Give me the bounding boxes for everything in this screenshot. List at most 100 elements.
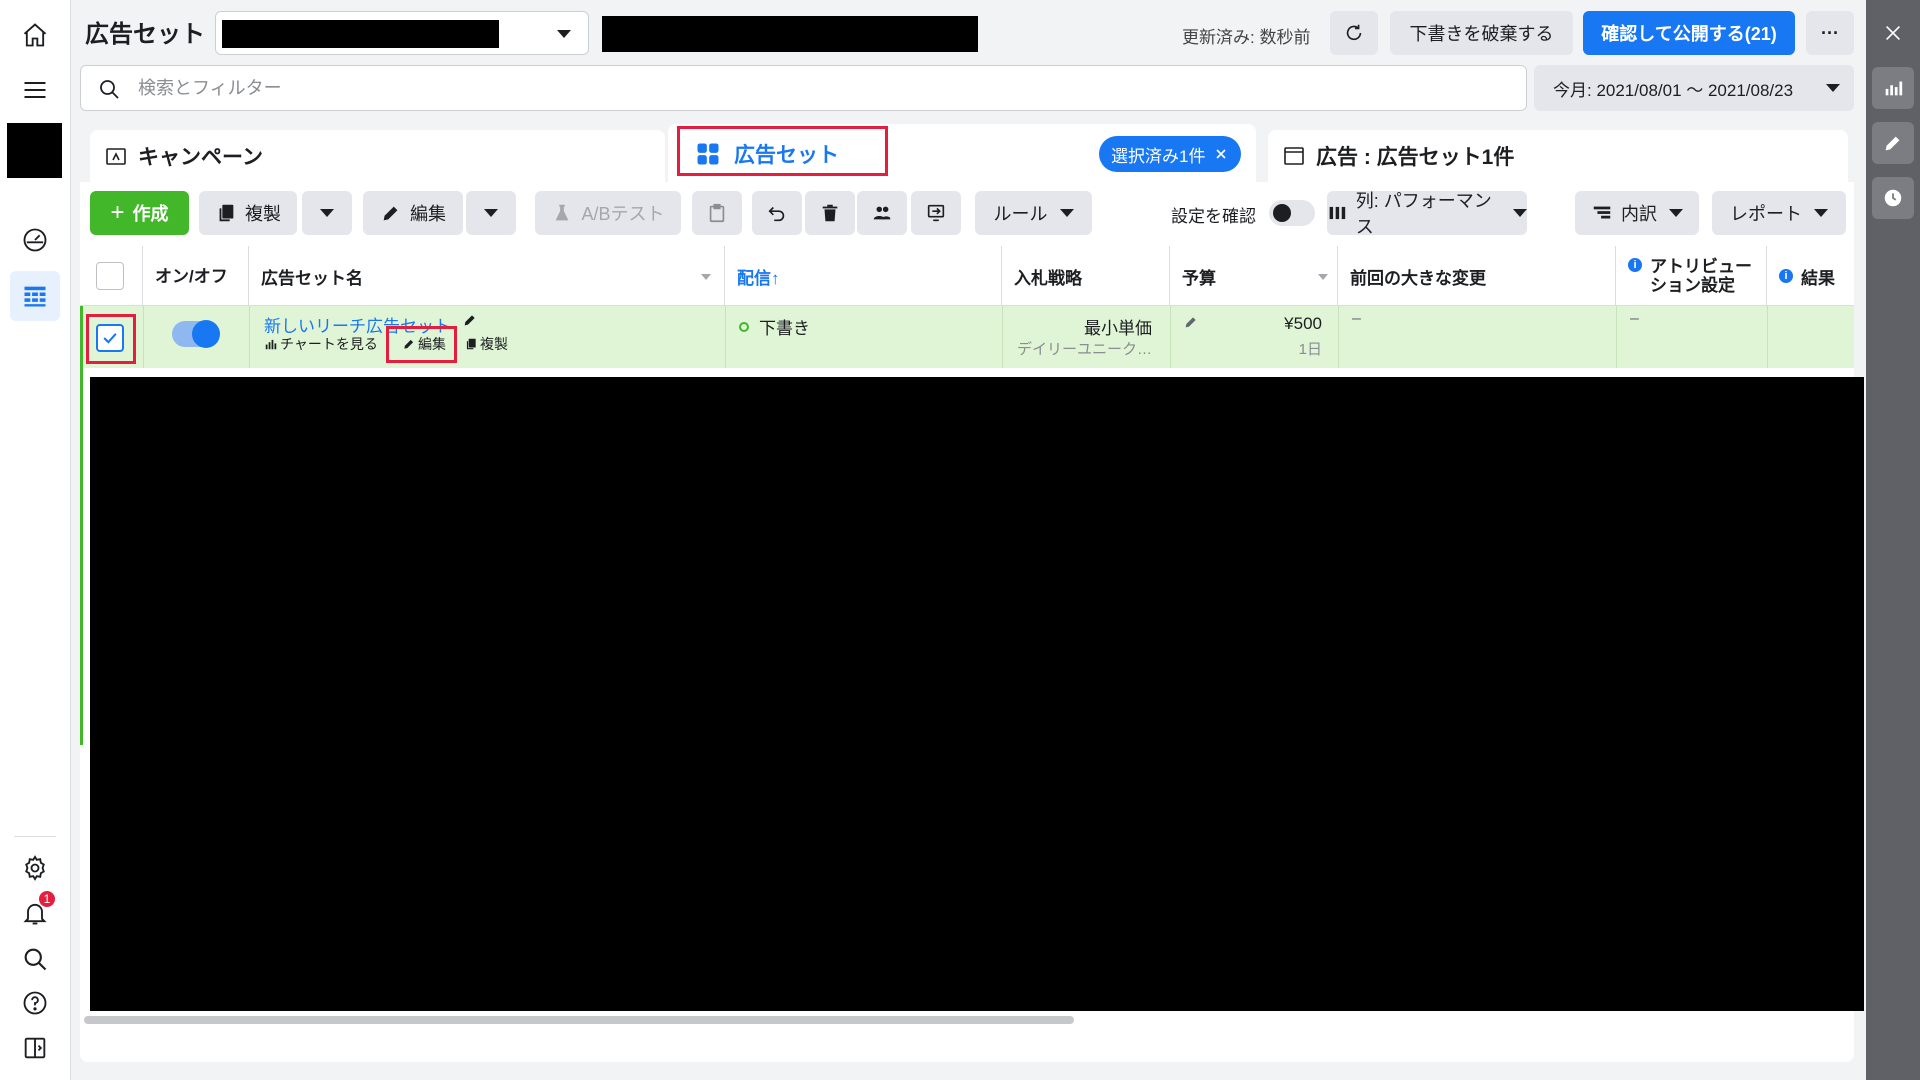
review-publish-button[interactable]: 確認して公開する(21) (1583, 11, 1795, 55)
row-onoff-toggle[interactable] (172, 320, 220, 348)
refresh-button[interactable] (1330, 11, 1378, 55)
header-select-all (80, 246, 143, 306)
tab-ads-label: 広告 : 広告セット1件 (1316, 146, 1515, 169)
history-button[interactable] (1872, 177, 1914, 219)
help-icon[interactable] (17, 985, 53, 1021)
rules-button[interactable]: ルール (975, 191, 1092, 235)
info-icon[interactable]: i (1628, 258, 1642, 272)
trash-icon (822, 204, 838, 222)
column-header-onoff[interactable]: オン/オフ (143, 246, 249, 306)
selected-row-indicator (80, 306, 83, 745)
column-header-attribution[interactable]: i アトリビューション設定 (1616, 246, 1767, 306)
attribution-value: – (1630, 310, 1639, 327)
account-avatar[interactable] (7, 123, 62, 178)
home-icon[interactable] (17, 17, 53, 53)
date-range-picker[interactable]: 今月: 2021/08/01 ～ 2021/08/23 (1534, 65, 1854, 111)
select-all-checkbox[interactable] (96, 262, 124, 290)
last-change-value: – (1352, 310, 1361, 327)
cell-divider (1616, 306, 1617, 368)
column-header-last-change[interactable]: 前回の大きな変更 (1338, 246, 1616, 306)
notifications-bell-icon[interactable]: 1 (17, 891, 55, 931)
ads-manager-table-icon[interactable] (10, 271, 60, 321)
duplicate-button[interactable]: 複製 (199, 191, 297, 235)
performance-chart-button[interactable] (1872, 67, 1914, 109)
close-icon[interactable] (1882, 22, 1904, 44)
duplicate-dropdown-button[interactable] (302, 191, 352, 235)
search-icon (100, 80, 119, 99)
paste-button[interactable] (692, 191, 742, 235)
audience-button[interactable] (857, 191, 907, 235)
chevron-down-icon (1826, 84, 1840, 92)
column-header-results[interactable]: i 結果 (1767, 246, 1854, 306)
selected-count-label: 選択済み1件 (1111, 146, 1206, 166)
highlight-row-edit (386, 326, 457, 363)
export-button[interactable] (911, 191, 961, 235)
left-nav: 1 (0, 0, 71, 1080)
cell-divider (249, 306, 250, 368)
cell-divider (1002, 306, 1003, 368)
chevron-down-icon (320, 209, 334, 217)
duplicate-icon (219, 204, 234, 222)
export-icon (927, 204, 945, 222)
notification-count-badge: 1 (39, 891, 55, 907)
row-duplicate-link[interactable]: 複製 (464, 334, 508, 354)
column-onoff-label: オン/オフ (155, 267, 228, 286)
redacted-campaign-name (222, 20, 499, 48)
search-filter-bar[interactable] (80, 65, 1527, 111)
column-bid-label: 入札戦略 (1014, 268, 1082, 288)
bid-strategy-sub: デイリーユニーク… (1016, 341, 1152, 358)
breakdown-button[interactable]: 内訳 (1575, 191, 1699, 235)
edit-panel-button[interactable] (1872, 122, 1914, 164)
selected-count-pill[interactable]: 選択済み1件 (1099, 136, 1241, 172)
right-tool-panel (1866, 0, 1920, 1080)
ab-test-button[interactable]: A/Bテスト (535, 191, 681, 235)
campaign-folder-icon (106, 148, 126, 165)
side-panel-toggle-icon[interactable] (17, 1030, 53, 1066)
info-icon[interactable]: i (1779, 269, 1793, 283)
column-header-bid-strategy[interactable]: 入札戦略 (1002, 246, 1170, 306)
people-icon (873, 206, 891, 220)
column-last-change-label: 前回の大きな変更 (1350, 268, 1486, 288)
budget-amount: ¥500 (1284, 314, 1322, 333)
edit-dropdown-button[interactable] (466, 191, 516, 235)
settings-gear-icon[interactable] (17, 850, 53, 886)
columns-button[interactable]: 列: パフォーマンス (1327, 191, 1527, 237)
column-delivery-label: 配信↑ (737, 268, 780, 288)
tab-campaigns[interactable]: キャンペーン (90, 130, 665, 182)
edit-label: 編集 (410, 204, 446, 224)
discard-drafts-button[interactable]: 下書きを破棄する (1390, 11, 1573, 55)
create-button[interactable]: + 作成 (90, 191, 189, 235)
tab-campaigns-label: キャンペーン (138, 146, 263, 169)
edit-button[interactable]: 編集 (363, 191, 463, 235)
report-label: レポート (1730, 204, 1802, 224)
clock-icon (1884, 189, 1902, 207)
search-input[interactable] (136, 74, 1436, 102)
gauge-icon[interactable] (17, 222, 53, 258)
tab-ads[interactable]: 広告 : 広告セット1件 (1268, 130, 1848, 182)
more-options-button[interactable]: ··· (1806, 11, 1854, 55)
view-chart-link[interactable]: チャートを見る (264, 334, 378, 354)
clear-selection-icon[interactable] (1213, 146, 1229, 162)
delivery-status: 下書き (739, 314, 810, 339)
column-header-name[interactable]: 広告セット名 (249, 246, 725, 306)
bar-chart-icon (1885, 81, 1903, 96)
breakdown-icon (1593, 206, 1611, 219)
delivery-status-label: 下書き (759, 319, 810, 338)
menu-icon[interactable] (17, 72, 53, 108)
search-icon[interactable] (17, 941, 53, 977)
rules-label: ルール (993, 204, 1048, 224)
undo-button[interactable] (752, 191, 802, 235)
horizontal-scrollbar[interactable] (84, 1016, 1074, 1024)
budget-pencil-icon[interactable] (1183, 314, 1199, 330)
chevron-down-icon (1059, 209, 1074, 217)
chevron-down-icon (1669, 209, 1683, 217)
delete-button[interactable] (805, 191, 855, 235)
rename-pencil-icon[interactable] (462, 312, 478, 328)
review-settings-toggle[interactable] (1269, 200, 1315, 226)
duplicate-icon (466, 338, 476, 350)
chevron-down-icon (484, 209, 498, 217)
column-header-budget[interactable]: 予算 (1170, 246, 1338, 306)
report-button[interactable]: レポート (1712, 191, 1846, 235)
column-header-delivery[interactable]: 配信↑ (725, 246, 1002, 306)
highlight-row-checkbox (86, 314, 136, 364)
